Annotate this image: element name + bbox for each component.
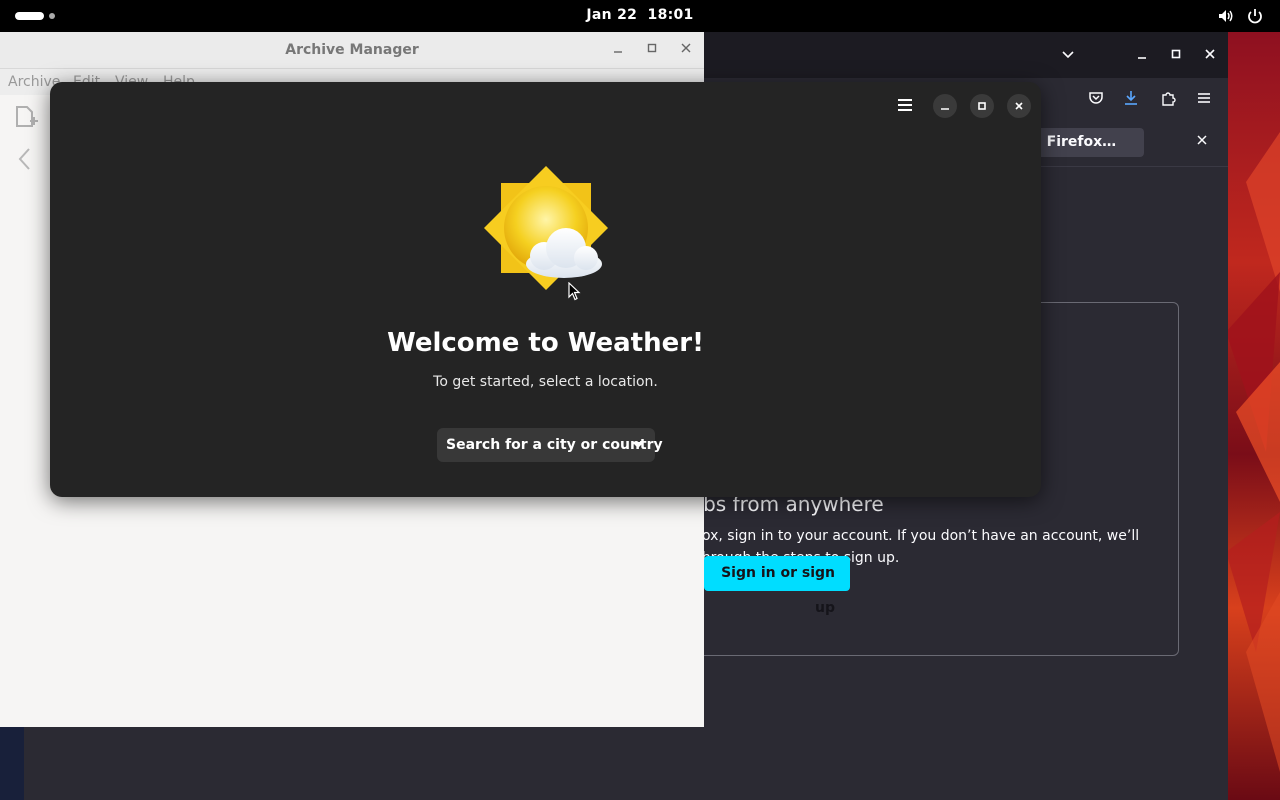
sun-cloud-icon [482,164,610,292]
downloads-icon[interactable] [1121,89,1141,109]
maximize-icon[interactable] [970,94,994,118]
minimize-icon[interactable] [610,42,626,58]
volume-icon[interactable] [1217,7,1235,25]
location-search-button[interactable]: Search for a city or country [437,428,663,462]
archive-manager-titlebar: Archive Manager [0,32,704,69]
weather-window: Welcome to Weather! To get started, sele… [50,82,1041,497]
hamburger-menu-icon[interactable] [1194,89,1214,109]
mouse-pointer-icon [568,281,582,302]
wallpaper-shapes-icon [1226,132,1280,772]
close-icon[interactable] [1007,94,1031,118]
sync-card-body-line1: refox, sign in to your account. If you d… [683,528,1140,544]
clock-date: Jan 22 [586,7,638,23]
power-icon[interactable] [1246,7,1264,25]
minimize-icon[interactable] [1132,46,1152,66]
wallpaper-red-pattern [1226,32,1280,800]
close-icon[interactable] [1200,46,1220,66]
window-title: Archive Manager [285,42,419,58]
dropdown-caret-icon [632,442,644,448]
close-icon[interactable] [678,42,694,58]
new-archive-icon[interactable] [13,104,39,134]
top-bar: Jan 22 18:01 [0,0,1280,32]
clock-time: 18:01 [647,7,694,23]
welcome-subtitle: To get started, select a location. [433,374,658,390]
hamburger-menu-icon[interactable] [892,94,918,118]
sign-in-button[interactable]: Sign in or sign up [704,556,850,616]
chevron-down-icon[interactable] [1058,46,1078,66]
clock[interactable]: Jan 22 18:01 [0,7,1280,23]
welcome-title: Welcome to Weather! [387,328,704,358]
close-icon[interactable] [1192,132,1212,152]
location-search-label: Search for a city or country [446,437,663,453]
extensions-icon[interactable] [1158,89,1178,109]
maximize-icon[interactable] [644,42,660,58]
maximize-icon[interactable] [1166,46,1186,66]
pocket-icon[interactable] [1086,89,1106,109]
back-arrow-icon[interactable] [15,146,35,176]
minimize-icon[interactable] [933,94,957,118]
